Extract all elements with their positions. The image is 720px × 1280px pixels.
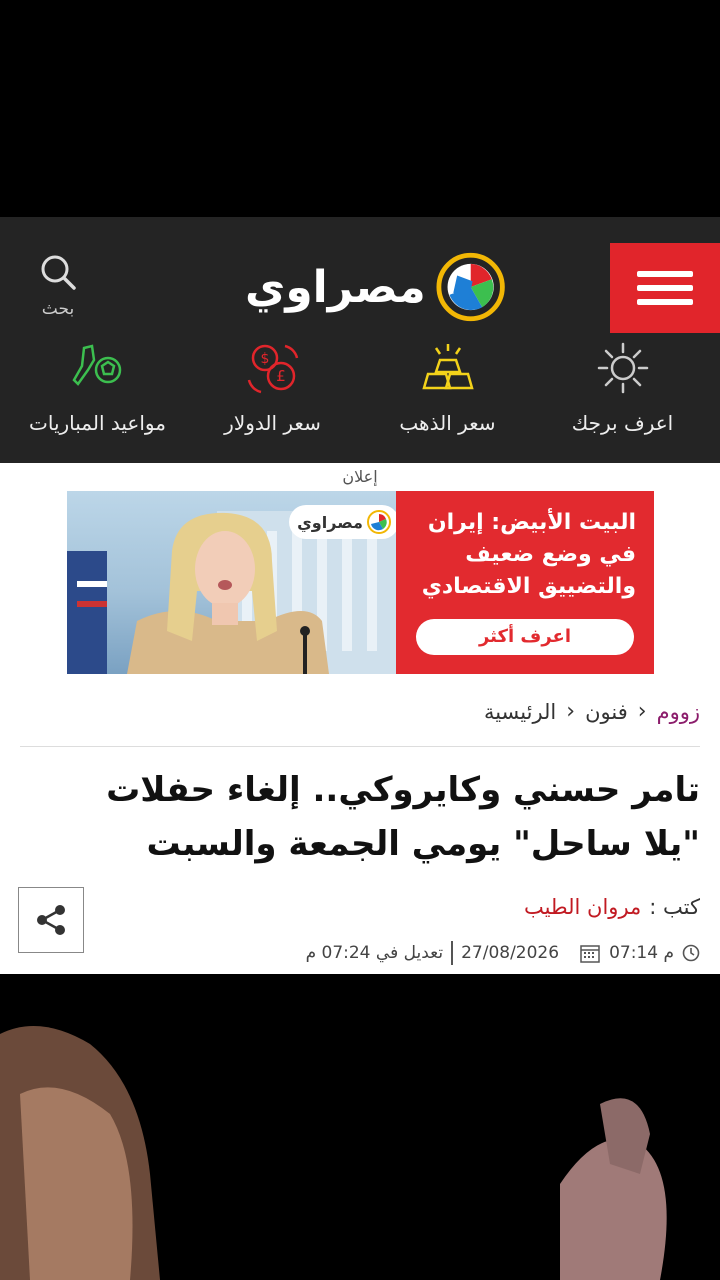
search-icon (41, 255, 76, 290)
publish-time: 07:14 م (609, 943, 674, 963)
quick-link-dollar[interactable]: $ £ سعر الدولار (188, 339, 358, 449)
quick-link-label: سعر الذهب (399, 411, 496, 435)
video-frame-image (0, 974, 720, 1280)
ad-label: إعلان (342, 467, 378, 486)
svg-text:£: £ (276, 367, 286, 385)
sun-icon (597, 342, 648, 394)
quick-link-matches[interactable]: مواعيد المباريات (13, 339, 183, 449)
ad-cta-button[interactable]: اعرف أكثر (416, 619, 634, 655)
author-label: كتب : (649, 895, 700, 919)
ad-text-panel: البيت الأبيض: إيران في وضع ضعيف والتضييق… (396, 491, 654, 674)
currency-exchange-icon: $ £ (247, 344, 298, 394)
breadcrumb-home[interactable]: الرئيسية (484, 700, 556, 724)
publish-date: 27/08/2026 (461, 943, 560, 963)
logo-text: مصراوي (245, 261, 427, 313)
chevron-left-icon: ‹ (637, 699, 647, 724)
search-label: بحث (41, 299, 75, 319)
logo-mark-icon (436, 252, 505, 322)
menu-bar (637, 299, 693, 305)
breadcrumb-current[interactable]: زووم (657, 700, 700, 724)
share-button[interactable] (18, 887, 84, 953)
article-author: كتب : مروان الطيب (524, 895, 700, 919)
article-meta: 07:14 م 27/08/2026 تعديل في 07:24 م (306, 941, 700, 965)
modified-time: تعديل في 07:24 م (305, 943, 444, 963)
quick-link-label: سعر الدولار (224, 411, 321, 435)
quick-link-label: اعرف برجك (571, 411, 674, 435)
svg-text:$: $ (260, 351, 269, 367)
ad-logo: مصراوي (289, 505, 399, 539)
menu-bar (637, 271, 693, 277)
ad-banner[interactable]: مصراوي البيت الأبيض: إيران في وضع ضعيف و… (67, 491, 654, 674)
chevron-left-icon: ‹ (566, 699, 576, 724)
site-logo[interactable]: مصراوي (245, 247, 505, 327)
ad-headline: البيت الأبيض: إيران في وضع ضعيف والتضييق… (421, 510, 636, 599)
article-content: إعلان مصراوي البيت الأبيض: إيران في وضع … (0, 463, 720, 974)
author-name[interactable]: مروان الطيب (524, 895, 641, 919)
site-header: مصراوي بحث اعرف برجك سعر الذهب $ £ سعر ا… (0, 217, 720, 463)
share-icon (37, 905, 65, 935)
menu-button[interactable] (610, 243, 720, 333)
status-blank-area (0, 0, 720, 217)
breadcrumb: الرئيسية ‹ فنون ‹ زووم (484, 699, 700, 724)
divider (20, 746, 700, 747)
menu-bar (637, 285, 693, 291)
football-icon (71, 344, 121, 386)
meta-divider (451, 941, 454, 965)
article-title: تامر حسني وكايروكي.. إلغاء حفلات "يلا سا… (106, 770, 700, 864)
quick-links: اعرف برجك سعر الذهب $ £ سعر الدولار مواع… (0, 339, 720, 449)
quick-link-gold[interactable]: سعر الذهب (363, 339, 533, 449)
quick-link-horoscope[interactable]: اعرف برجك (538, 339, 708, 449)
video-player[interactable] (0, 974, 720, 1280)
calendar-icon (580, 945, 600, 963)
gold-bars-icon (421, 344, 474, 390)
ad-photo: مصراوي (67, 491, 399, 674)
logo-mark-icon (366, 510, 391, 534)
ad-logo-text: مصراوي (297, 512, 363, 532)
search-button[interactable]: بحث (28, 253, 88, 319)
quick-link-label: مواعيد المباريات (29, 411, 166, 435)
breadcrumb-section[interactable]: فنون (585, 700, 628, 724)
clock-icon (682, 944, 700, 962)
